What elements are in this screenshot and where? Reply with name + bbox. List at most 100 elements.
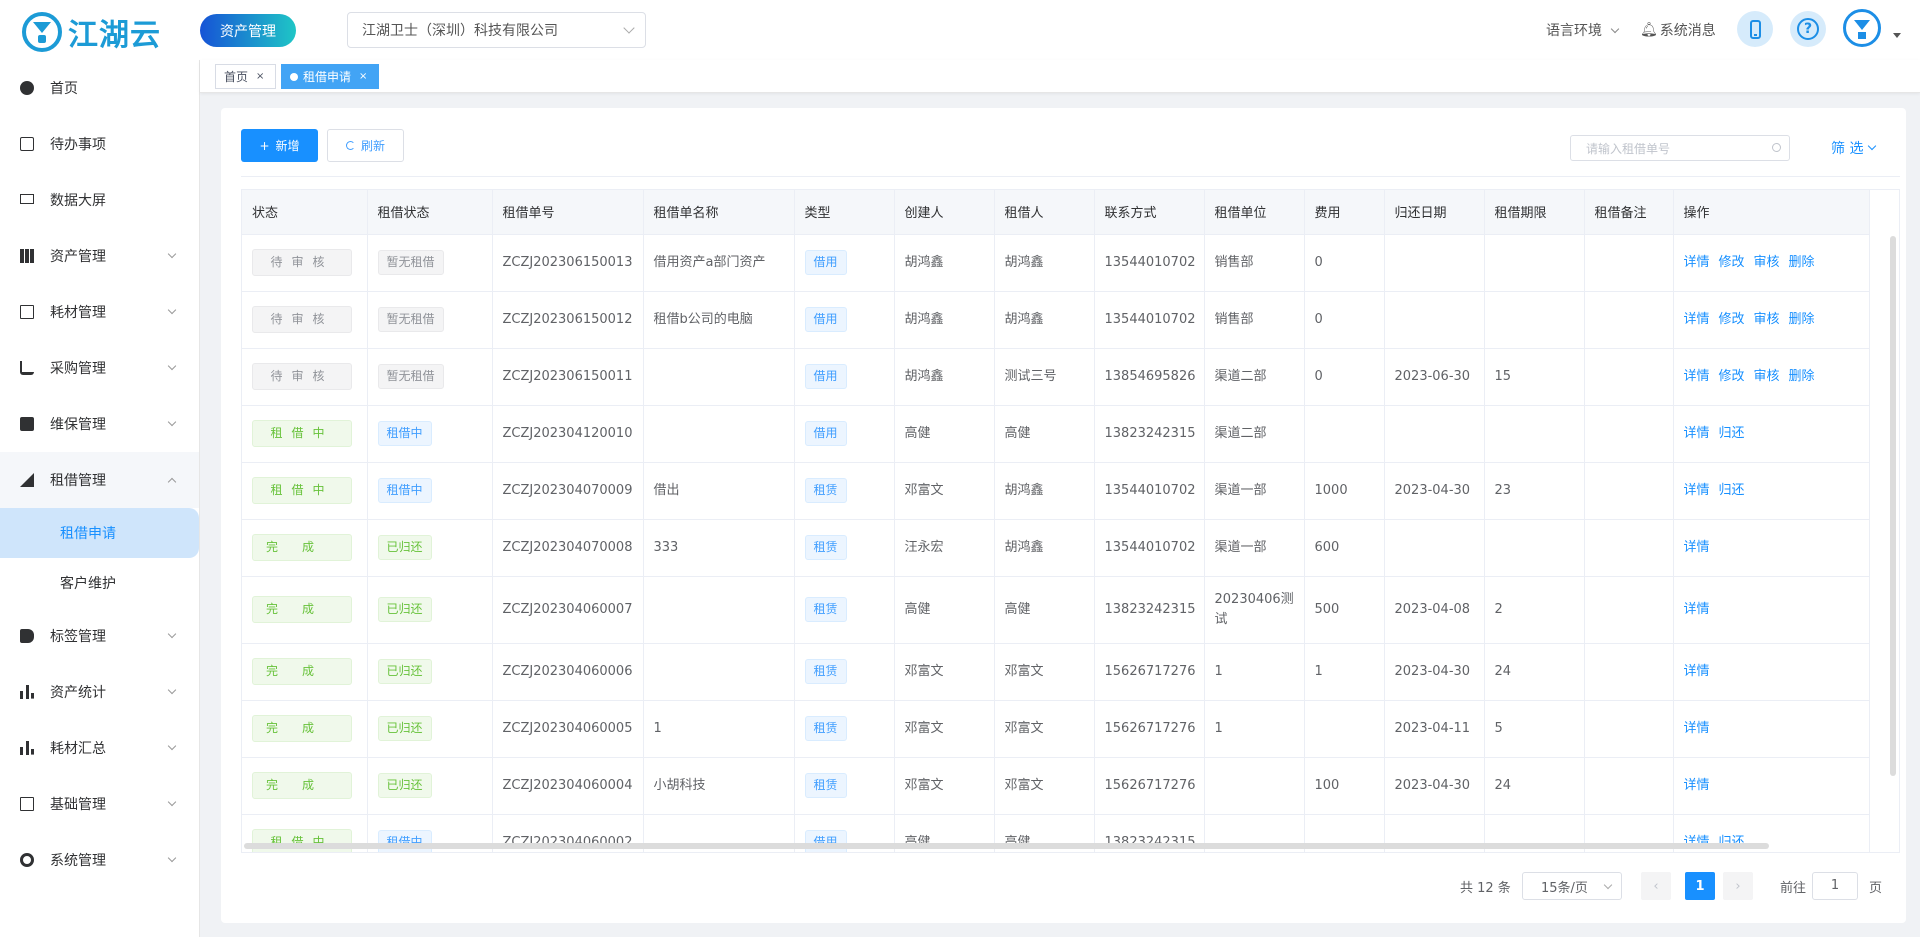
sidebar-item-home[interactable]: 首页 xyxy=(0,60,199,116)
cell-no: ZCZJ202304060004 xyxy=(502,777,633,793)
type-tag: 借用 xyxy=(804,364,847,389)
delete-link[interactable]: 删除 xyxy=(1789,369,1815,384)
return-link[interactable]: 归还 xyxy=(1719,426,1745,441)
sidebar-item-maintenance[interactable]: 维保管理 xyxy=(0,396,199,452)
sidebar-item-basic[interactable]: 基础管理 xyxy=(0,776,199,832)
detail-link[interactable]: 详情 xyxy=(1684,721,1710,736)
tab-rental-apply[interactable]: 租借申请 × xyxy=(281,64,379,89)
sidebar-item-purchase[interactable]: 采购管理 xyxy=(0,340,199,396)
language-menu[interactable]: 语言环境 xyxy=(1546,20,1620,40)
table-cell: 2023-04-11 xyxy=(1384,700,1485,758)
active-dot-icon xyxy=(290,72,298,81)
cell-unit: 1 xyxy=(1214,663,1223,679)
cell-no: ZCZJ202304070008 xyxy=(502,539,633,555)
detail-link[interactable]: 详情 xyxy=(1684,778,1710,793)
sidebar-item-consumable-summary[interactable]: 耗材汇总 xyxy=(0,720,199,776)
edit-link[interactable]: 修改 xyxy=(1719,312,1745,327)
table-cell: 待审核 xyxy=(242,348,368,406)
tab-home[interactable]: 首页 × xyxy=(215,64,276,89)
sidebar-item-data-screen[interactable]: 数据大屏 xyxy=(0,172,199,228)
row-actions: 详情 归还 xyxy=(1673,405,1870,463)
table-cell: 13854695826 xyxy=(1094,348,1205,406)
detail-link[interactable]: 详情 xyxy=(1684,369,1710,384)
cell-renter: 胡鸿鑫 xyxy=(1004,482,1044,498)
table-cell: 借出 xyxy=(643,462,795,520)
table-cell: 13823242315 xyxy=(1094,576,1205,644)
cell-renter: 测试三号 xyxy=(1004,368,1057,384)
close-icon[interactable]: × xyxy=(359,71,367,82)
sidebar-item-tags[interactable]: 标签管理 xyxy=(0,608,199,664)
sidebar-item-asset-management[interactable]: 资产管理 xyxy=(0,228,199,284)
sidebar-item-asset-stats[interactable]: 资产统计 xyxy=(0,664,199,720)
sidebar-item-consumables[interactable]: 耗材管理 xyxy=(0,284,199,340)
return-link[interactable]: 归还 xyxy=(1719,483,1745,498)
close-icon[interactable]: × xyxy=(256,71,264,82)
prev-page-button[interactable]: ‹ xyxy=(1641,872,1671,900)
page-number-button[interactable]: 1 xyxy=(1685,872,1715,900)
review-link[interactable]: 审核 xyxy=(1754,369,1780,384)
sidebar-item-label: 系统管理 xyxy=(50,853,106,869)
search-input[interactable]: 请输入租借单号 xyxy=(1570,135,1790,161)
sidebar-item-todo[interactable]: 待办事项 xyxy=(0,116,199,172)
cell-return-date: 2023-04-08 xyxy=(1394,601,1471,617)
user-avatar[interactable] xyxy=(1843,9,1881,47)
status-badge: 租借中 xyxy=(252,477,352,504)
mobile-button[interactable] xyxy=(1737,11,1773,47)
status-badge: 完成 xyxy=(252,534,352,561)
cell-no: ZCZJ202304060006 xyxy=(502,663,633,679)
detail-link[interactable]: 详情 xyxy=(1684,483,1710,498)
chevron-down-icon xyxy=(167,685,177,695)
filter-button[interactable]: 筛 选 xyxy=(1831,138,1877,158)
delete-link[interactable]: 删除 xyxy=(1789,312,1815,327)
sidebar-subitem-rental-apply[interactable]: 租借申请 xyxy=(0,508,199,558)
row-actions: 详情 xyxy=(1673,576,1870,644)
detail-link[interactable]: 详情 xyxy=(1684,540,1710,555)
goto-page-input[interactable]: 1 xyxy=(1812,872,1858,900)
sidebar-item-rental[interactable]: 租借管理 xyxy=(0,452,199,508)
table-cell: 胡鸿鑫 xyxy=(894,234,995,292)
next-page-button[interactable]: › xyxy=(1723,872,1753,900)
table-cell: 高健 xyxy=(894,405,995,463)
cell-unit: 渠道二部 xyxy=(1214,368,1267,384)
edit-link[interactable]: 修改 xyxy=(1719,255,1745,270)
delete-link[interactable]: 删除 xyxy=(1789,255,1815,270)
table-cell: 2023-04-30 xyxy=(1384,643,1485,701)
caret-down-icon[interactable] xyxy=(1893,33,1901,38)
help-button[interactable]: ? xyxy=(1790,11,1826,47)
add-button[interactable]: + 新增 xyxy=(241,129,318,162)
review-link[interactable]: 审核 xyxy=(1754,312,1780,327)
review-link[interactable]: 审核 xyxy=(1754,255,1780,270)
sidebar-item-system[interactable]: 系统管理 xyxy=(0,832,199,888)
row-actions: 详情 xyxy=(1673,757,1870,815)
cell-unit: 销售部 xyxy=(1214,311,1254,327)
table-cell: 销售部 xyxy=(1204,291,1305,349)
table-cell xyxy=(1584,576,1674,644)
detail-link[interactable]: 详情 xyxy=(1684,255,1710,270)
system-message-link[interactable]: 🔔︎ 系统消息 xyxy=(1640,20,1716,40)
company-select[interactable]: 江湖卫士（深圳）科技有限公司 xyxy=(347,12,646,48)
detail-link[interactable]: 详情 xyxy=(1684,602,1710,617)
detail-link[interactable]: 详情 xyxy=(1684,312,1710,327)
edit-link[interactable]: 修改 xyxy=(1719,369,1745,384)
cell-name: 借用资产a部门资产 xyxy=(653,254,766,270)
status-badge: 待审核 xyxy=(252,363,352,390)
table-cell: 0 xyxy=(1304,291,1385,349)
detail-link[interactable]: 详情 xyxy=(1684,426,1710,441)
refresh-button[interactable]: 刷新 xyxy=(327,129,404,162)
cell-no: ZCZJ202304060005 xyxy=(502,720,633,736)
page-size-select[interactable]: 15条/页 xyxy=(1522,872,1622,900)
chevron-down-icon xyxy=(167,853,177,863)
divider xyxy=(241,176,1900,177)
chevron-left-icon: ‹ xyxy=(1653,878,1659,894)
detail-link[interactable]: 详情 xyxy=(1684,664,1710,679)
horizontal-scrollbar[interactable] xyxy=(244,843,1769,849)
module-switch-button[interactable]: 资产管理 xyxy=(200,14,296,47)
cell-renter: 邓富文 xyxy=(1004,777,1044,793)
vertical-scrollbar[interactable] xyxy=(1890,236,1896,776)
type-tag: 租赁 xyxy=(804,597,847,622)
table-cell: 邓富文 xyxy=(894,700,995,758)
search-icon[interactable] xyxy=(1772,143,1781,152)
cell-renter: 高健 xyxy=(1004,601,1031,617)
sidebar-subitem-customer[interactable]: 客户维护 xyxy=(0,558,199,608)
table-cell: 高健 xyxy=(994,405,1095,463)
